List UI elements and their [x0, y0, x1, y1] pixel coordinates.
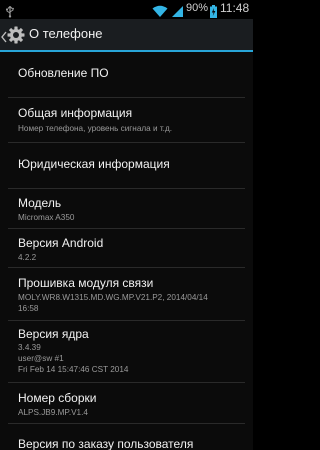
- list-item-kernel-version: Версия ядра 3.4.39 user@sw #1 Fri Feb 14…: [0, 321, 253, 382]
- settings-gear-icon[interactable]: [7, 26, 25, 48]
- list-item-subtitle-line: 3.4.39: [18, 343, 41, 352]
- list-item-subtitle-line: 16:58: [18, 304, 39, 313]
- list-item-subtitle: Micromax A350: [18, 213, 75, 222]
- clock: 11:48: [220, 1, 250, 15]
- list-item-general-info[interactable]: Общая информация Номер телефона, уровень…: [0, 98, 253, 142]
- list-item-title: Модель: [18, 196, 62, 210]
- list-item-title: Версия ядра: [18, 327, 89, 341]
- settings-list: Обновление ПО Общая информация Номер тел…: [0, 52, 253, 450]
- list-item-legal-info[interactable]: Юридическая информация: [0, 143, 253, 188]
- list-item-subtitle-line: MOLY.WR8.W1315.MD.WG.MP.V21.P2, 2014/04/…: [18, 293, 208, 302]
- page-title: О телефоне: [29, 26, 103, 41]
- list-item-android-version[interactable]: Версия Android 4.2.2: [0, 229, 253, 267]
- list-item-software-update[interactable]: Обновление ПО: [0, 52, 253, 97]
- status-bar: 90% 11:48: [0, 0, 253, 19]
- list-item-subtitle: 4.2.2: [18, 253, 37, 262]
- action-bar: О телефоне: [0, 19, 253, 52]
- list-item-title: Версия по заказу пользователя: [18, 437, 194, 450]
- list-item-custom-build-version[interactable]: Версия по заказу пользователя: [0, 424, 253, 450]
- list-item-subtitle: Номер телефона, уровень сигнала и т.д.: [18, 124, 172, 133]
- list-item-model: Модель Micromax A350: [0, 189, 253, 228]
- list-item-subtitle-line: user@sw #1: [18, 354, 64, 363]
- list-item-title: Версия Android: [18, 236, 104, 250]
- list-item-title: Прошивка модуля связи: [18, 276, 154, 290]
- list-item-baseband-version: Прошивка модуля связи MOLY.WR8.W1315.MD.…: [0, 268, 253, 320]
- list-item-subtitle: ALPS.JB9.MP.V1.4: [18, 408, 88, 417]
- list-item-build-number[interactable]: Номер сборки ALPS.JB9.MP.V1.4: [0, 383, 253, 423]
- list-item-title: Юридическая информация: [18, 157, 170, 171]
- list-item-subtitle-line: Fri Feb 14 15:47:46 CST 2014: [18, 365, 129, 374]
- list-item-title: Номер сборки: [18, 391, 97, 405]
- list-item-title: Обновление ПО: [18, 66, 109, 80]
- list-item-title: Общая информация: [18, 106, 133, 120]
